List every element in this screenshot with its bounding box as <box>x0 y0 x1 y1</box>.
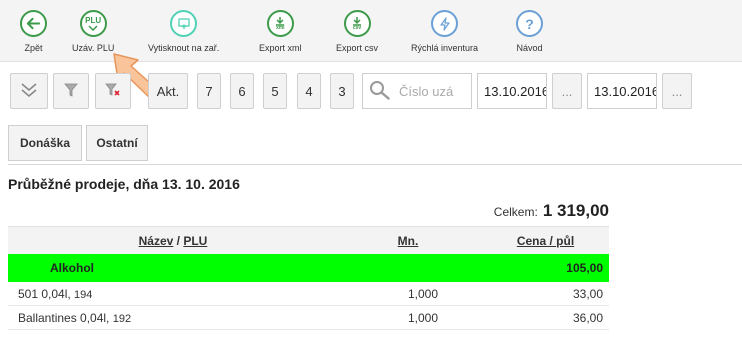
export-xml-button[interactable]: xml Export xml <box>259 10 302 53</box>
item-price: 33,00 <box>572 286 603 301</box>
total-label: Celkem: <box>493 205 538 219</box>
number-label: 4 <box>305 83 313 99</box>
sort-by-qty-link[interactable]: Mn. <box>398 234 419 248</box>
page-title: Průběžné prodeje, dňa 13. 10. 2016 <box>8 176 240 192</box>
header-qty: Mn. <box>338 234 438 248</box>
header-separator: / <box>173 233 184 248</box>
arrow-left-icon <box>20 10 47 37</box>
item-name: 501 0,04l, 194 <box>8 287 338 301</box>
table-row[interactable]: Ballantines 0,04l, 192 1,000 36,00 <box>8 306 609 330</box>
xml-badge: xml <box>275 24 285 31</box>
chevron-double-down-icon <box>20 82 38 101</box>
date-to-value: 13.10.2016 <box>594 83 657 99</box>
number-button-7[interactable]: 7 <box>197 73 221 109</box>
header-price: Cena / půl <box>438 234 603 248</box>
divider <box>8 164 742 165</box>
back-button[interactable]: Zpět <box>20 10 47 53</box>
export-csv-label: Export csv <box>336 43 379 53</box>
search-icon <box>369 80 391 103</box>
item-price: 36,00 <box>572 310 603 325</box>
header-name-plu: Název / PLU <box>8 234 338 248</box>
total-summary: Celkem: 1 319,00 <box>494 201 609 221</box>
funnel-icon <box>64 83 78 100</box>
akt-label: Akt. <box>156 83 180 99</box>
item-plu: 192 <box>112 312 132 325</box>
print-device-button[interactable]: Vytisknout na zař. <box>148 10 219 53</box>
date-from-picker-button[interactable]: ... <box>552 73 582 109</box>
quick-inventory-button[interactable]: Rýchlá inventura <box>411 10 478 53</box>
table-header: Název / PLU Mn. Cena / půl <box>8 226 609 254</box>
quick-inventory-label: Rýchlá inventura <box>411 43 479 53</box>
tab-label: Donáška <box>19 136 71 150</box>
number-button-4[interactable]: 4 <box>297 73 321 109</box>
number-label: 7 <box>205 83 213 99</box>
number-label: 6 <box>238 83 246 99</box>
table-row[interactable]: 501 0,04l, 194 1,000 33,00 <box>8 282 609 306</box>
date-to-field[interactable]: 13.10.2016 <box>587 73 657 109</box>
item-qty: 1,000 <box>407 286 438 301</box>
tab-label: Ostatní <box>96 136 138 150</box>
help-icon: ? <box>516 10 543 37</box>
number-button-6[interactable]: 6 <box>230 73 254 109</box>
expand-button[interactable] <box>10 73 48 109</box>
sort-by-plu-link[interactable]: PLU <box>183 234 207 248</box>
filter-button[interactable] <box>53 73 89 109</box>
help-label: Návod <box>516 43 543 53</box>
date-to-picker-button[interactable]: ... <box>662 73 692 109</box>
csv-badge: csv <box>352 24 362 31</box>
group-name: Alkohol <box>50 261 94 275</box>
date-from-field[interactable]: 13.10.2016 <box>477 73 547 109</box>
plu-badge: PLU <box>85 15 102 25</box>
funnel-clear-icon <box>105 83 121 100</box>
sort-by-name-link[interactable]: Název <box>139 234 174 248</box>
lightning-icon <box>431 10 459 37</box>
item-plu: 194 <box>74 288 93 301</box>
group-price: 105,00 <box>566 261 603 275</box>
tab-donaska[interactable]: Donáška <box>8 125 82 161</box>
print-to-device-icon <box>170 10 198 37</box>
export-csv-icon: csv <box>343 10 371 37</box>
search-placeholder: Číslo uzá <box>399 83 454 99</box>
sort-by-price-link[interactable]: Cena / půl <box>517 234 574 248</box>
export-xml-label: Export xml <box>259 43 302 53</box>
export-csv-button[interactable]: csv Export csv <box>336 10 378 53</box>
group-row: Alkohol 105,00 <box>8 254 609 282</box>
ellipsis-label: ... <box>671 83 683 99</box>
number-label: 3 <box>338 83 346 99</box>
ellipsis-label: ... <box>561 83 573 99</box>
number-button-3[interactable]: 3 <box>330 73 354 109</box>
close-plu-button[interactable]: PLU Uzáv. PLU <box>72 10 114 53</box>
number-button-5[interactable]: 5 <box>263 73 287 109</box>
date-from-value: 13.10.2016 <box>484 83 547 99</box>
item-name-text: 501 0,04l, <box>18 286 75 301</box>
clear-filter-button[interactable] <box>95 73 131 109</box>
number-label: 5 <box>271 83 279 99</box>
plu-check-icon: PLU <box>79 10 107 37</box>
export-xml-icon: xml <box>266 10 294 37</box>
help-button[interactable]: ? Návod <box>516 10 543 53</box>
sales-table: Název / PLU Mn. Cena / půl Alkohol 105,0… <box>8 226 609 330</box>
akt-button[interactable]: Akt. <box>148 73 188 109</box>
item-qty: 1,000 <box>407 310 438 325</box>
back-label: Zpět <box>24 43 43 53</box>
tab-ostatni[interactable]: Ostatní <box>86 125 148 161</box>
item-name-text: Ballantines 0,04l, <box>18 310 113 325</box>
total-value: 1 319,00 <box>542 201 609 220</box>
item-name: Ballantines 0,04l, 192 <box>8 311 338 325</box>
search-field[interactable]: Číslo uzá <box>362 73 472 109</box>
